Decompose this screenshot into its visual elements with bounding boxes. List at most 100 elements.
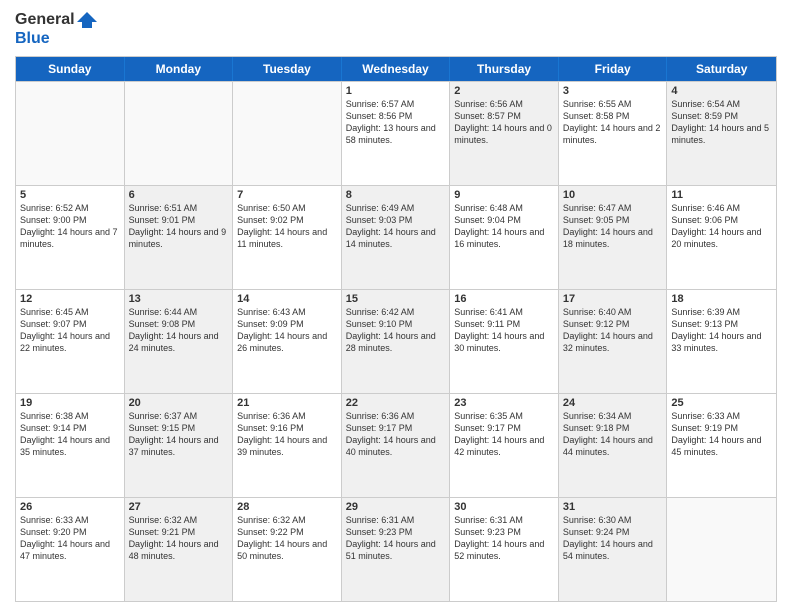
sunrise-text: Sunrise: 6:33 AM xyxy=(20,514,120,526)
sunrise-text: Sunrise: 6:41 AM xyxy=(454,306,554,318)
day-number: 29 xyxy=(346,501,446,513)
calendar: SundayMondayTuesdayWednesdayThursdayFrid… xyxy=(15,56,777,602)
day-number: 3 xyxy=(563,85,663,97)
day-number: 9 xyxy=(454,189,554,201)
sunrise-text: Sunrise: 6:54 AM xyxy=(671,98,772,110)
daylight-text: Daylight: 14 hours and 35 minutes. xyxy=(20,434,120,458)
calendar-cell: 28Sunrise: 6:32 AMSunset: 9:22 PMDayligh… xyxy=(233,498,342,601)
daylight-text: Daylight: 14 hours and 47 minutes. xyxy=(20,538,120,562)
sunrise-text: Sunrise: 6:44 AM xyxy=(129,306,229,318)
day-number: 17 xyxy=(563,293,663,305)
calendar-cell: 1Sunrise: 6:57 AMSunset: 8:56 PMDaylight… xyxy=(342,82,451,185)
day-number: 15 xyxy=(346,293,446,305)
sunrise-text: Sunrise: 6:57 AM xyxy=(346,98,446,110)
calendar-cell xyxy=(16,82,125,185)
sunset-text: Sunset: 9:03 PM xyxy=(346,214,446,226)
daylight-text: Daylight: 14 hours and 0 minutes. xyxy=(454,122,554,146)
sunset-text: Sunset: 9:22 PM xyxy=(237,526,337,538)
logo: General Blue xyxy=(15,10,97,48)
calendar-cell: 10Sunrise: 6:47 AMSunset: 9:05 PMDayligh… xyxy=(559,186,668,289)
day-number: 30 xyxy=(454,501,554,513)
calendar-cell: 21Sunrise: 6:36 AMSunset: 9:16 PMDayligh… xyxy=(233,394,342,497)
calendar-cell: 22Sunrise: 6:36 AMSunset: 9:17 PMDayligh… xyxy=(342,394,451,497)
sunrise-text: Sunrise: 6:38 AM xyxy=(20,410,120,422)
calendar-cell: 16Sunrise: 6:41 AMSunset: 9:11 PMDayligh… xyxy=(450,290,559,393)
day-number: 16 xyxy=(454,293,554,305)
sunset-text: Sunset: 9:23 PM xyxy=(454,526,554,538)
sunset-text: Sunset: 9:17 PM xyxy=(346,422,446,434)
weekday-header: Sunday xyxy=(16,57,125,81)
day-number: 13 xyxy=(129,293,229,305)
daylight-text: Daylight: 14 hours and 50 minutes. xyxy=(237,538,337,562)
day-number: 26 xyxy=(20,501,120,513)
calendar-row: 19Sunrise: 6:38 AMSunset: 9:14 PMDayligh… xyxy=(16,393,776,497)
sunset-text: Sunset: 9:23 PM xyxy=(346,526,446,538)
sunrise-text: Sunrise: 6:52 AM xyxy=(20,202,120,214)
daylight-text: Daylight: 14 hours and 39 minutes. xyxy=(237,434,337,458)
logo-text: General Blue xyxy=(15,10,97,48)
weekday-header: Friday xyxy=(559,57,668,81)
sunrise-text: Sunrise: 6:33 AM xyxy=(671,410,772,422)
weekday-header: Wednesday xyxy=(342,57,451,81)
day-number: 22 xyxy=(346,397,446,409)
sunset-text: Sunset: 9:05 PM xyxy=(563,214,663,226)
sunset-text: Sunset: 9:21 PM xyxy=(129,526,229,538)
daylight-text: Daylight: 14 hours and 18 minutes. xyxy=(563,226,663,250)
sunrise-text: Sunrise: 6:37 AM xyxy=(129,410,229,422)
weekday-header: Monday xyxy=(125,57,234,81)
calendar-cell: 23Sunrise: 6:35 AMSunset: 9:17 PMDayligh… xyxy=(450,394,559,497)
day-number: 11 xyxy=(671,189,772,201)
weekday-header: Thursday xyxy=(450,57,559,81)
daylight-text: Daylight: 14 hours and 5 minutes. xyxy=(671,122,772,146)
sunset-text: Sunset: 8:57 PM xyxy=(454,110,554,122)
sunrise-text: Sunrise: 6:56 AM xyxy=(454,98,554,110)
sunrise-text: Sunrise: 6:30 AM xyxy=(563,514,663,526)
sunset-text: Sunset: 9:20 PM xyxy=(20,526,120,538)
calendar-cell: 24Sunrise: 6:34 AMSunset: 9:18 PMDayligh… xyxy=(559,394,668,497)
sunrise-text: Sunrise: 6:47 AM xyxy=(563,202,663,214)
calendar-cell: 3Sunrise: 6:55 AMSunset: 8:58 PMDaylight… xyxy=(559,82,668,185)
sunrise-text: Sunrise: 6:48 AM xyxy=(454,202,554,214)
day-number: 10 xyxy=(563,189,663,201)
header: General Blue xyxy=(15,10,777,48)
sunset-text: Sunset: 9:24 PM xyxy=(563,526,663,538)
sunrise-text: Sunrise: 6:46 AM xyxy=(671,202,772,214)
calendar-body: 1Sunrise: 6:57 AMSunset: 8:56 PMDaylight… xyxy=(16,81,776,601)
daylight-text: Daylight: 14 hours and 26 minutes. xyxy=(237,330,337,354)
calendar-cell: 27Sunrise: 6:32 AMSunset: 9:21 PMDayligh… xyxy=(125,498,234,601)
daylight-text: Daylight: 14 hours and 51 minutes. xyxy=(346,538,446,562)
calendar-row: 5Sunrise: 6:52 AMSunset: 9:00 PMDaylight… xyxy=(16,185,776,289)
day-number: 23 xyxy=(454,397,554,409)
daylight-text: Daylight: 14 hours and 33 minutes. xyxy=(671,330,772,354)
day-number: 19 xyxy=(20,397,120,409)
calendar-cell: 8Sunrise: 6:49 AMSunset: 9:03 PMDaylight… xyxy=(342,186,451,289)
sunrise-text: Sunrise: 6:32 AM xyxy=(129,514,229,526)
calendar-cell: 26Sunrise: 6:33 AMSunset: 9:20 PMDayligh… xyxy=(16,498,125,601)
daylight-text: Daylight: 14 hours and 48 minutes. xyxy=(129,538,229,562)
day-number: 6 xyxy=(129,189,229,201)
day-number: 8 xyxy=(346,189,446,201)
sunset-text: Sunset: 9:09 PM xyxy=(237,318,337,330)
daylight-text: Daylight: 14 hours and 16 minutes. xyxy=(454,226,554,250)
day-number: 2 xyxy=(454,85,554,97)
sunset-text: Sunset: 9:11 PM xyxy=(454,318,554,330)
sunrise-text: Sunrise: 6:55 AM xyxy=(563,98,663,110)
calendar-cell: 5Sunrise: 6:52 AMSunset: 9:00 PMDaylight… xyxy=(16,186,125,289)
daylight-text: Daylight: 14 hours and 9 minutes. xyxy=(129,226,229,250)
daylight-text: Daylight: 14 hours and 52 minutes. xyxy=(454,538,554,562)
weekday-header: Tuesday xyxy=(233,57,342,81)
day-number: 28 xyxy=(237,501,337,513)
sunset-text: Sunset: 9:08 PM xyxy=(129,318,229,330)
calendar-cell: 18Sunrise: 6:39 AMSunset: 9:13 PMDayligh… xyxy=(667,290,776,393)
sunset-text: Sunset: 9:00 PM xyxy=(20,214,120,226)
sunset-text: Sunset: 9:18 PM xyxy=(563,422,663,434)
logo-triangle-icon xyxy=(77,10,97,30)
day-number: 24 xyxy=(563,397,663,409)
daylight-text: Daylight: 14 hours and 11 minutes. xyxy=(237,226,337,250)
calendar-cell: 11Sunrise: 6:46 AMSunset: 9:06 PMDayligh… xyxy=(667,186,776,289)
calendar-cell: 2Sunrise: 6:56 AMSunset: 8:57 PMDaylight… xyxy=(450,82,559,185)
calendar-cell: 17Sunrise: 6:40 AMSunset: 9:12 PMDayligh… xyxy=(559,290,668,393)
daylight-text: Daylight: 14 hours and 37 minutes. xyxy=(129,434,229,458)
sunrise-text: Sunrise: 6:42 AM xyxy=(346,306,446,318)
sunrise-text: Sunrise: 6:35 AM xyxy=(454,410,554,422)
